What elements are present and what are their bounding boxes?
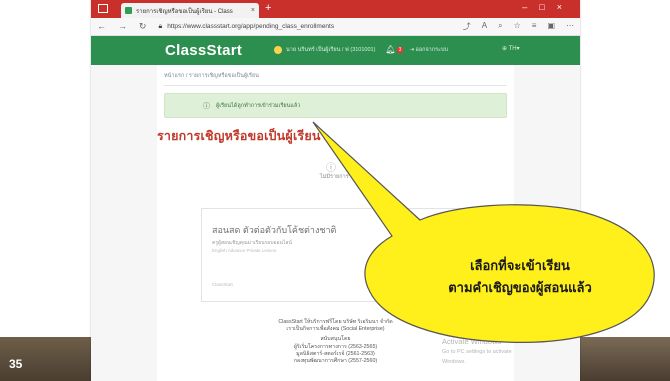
zoom-icon[interactable]: ⌕ <box>498 21 502 32</box>
lock-icon: 🔒︎ <box>158 22 163 30</box>
divider <box>164 85 507 86</box>
favorite-star-icon[interactable]: ☆ <box>514 21 521 32</box>
app-header: ClassStart นาย นรินทร์ เป็นผู้เรียน / ฟ … <box>91 36 580 65</box>
empty-state-text: ไม่มีรายการ <box>320 174 349 180</box>
invite-description: ครูผู้สอนเชิญคุณมาเรียนรอบออนไลน์ <box>212 240 292 246</box>
slide-right-margin <box>580 0 670 381</box>
invite-subtitle: English Advance Private Lesson <box>212 248 277 253</box>
new-tab-icon[interactable]: + <box>265 2 271 14</box>
windows-activation-watermark: Activate Windows Go to PC settings to ac… <box>442 337 514 367</box>
slide-number: 35 <box>9 357 23 371</box>
classstart-logo[interactable]: ClassStart <box>165 42 242 59</box>
window-menu-icon[interactable] <box>98 4 108 13</box>
breadcrumb[interactable]: หน้าแรก / รายการเชิญหรือขอเป็นผู้เรียน <box>164 72 259 80</box>
logout-link[interactable]: ⇥ ออกจากระบบ <box>409 46 448 54</box>
more-menu-icon[interactable]: ⋯ <box>566 21 574 32</box>
footer-line: เราเป็นกิจการเพื่อสังคม (Social Enterpri… <box>286 326 385 333</box>
bell-icon[interactable]: 🔔︎ <box>385 45 395 54</box>
user-menu[interactable]: นาย นรินทร์ เป็นผู้เรียน / ฟ (3101001) 🔔… <box>274 45 448 54</box>
avatar <box>274 45 282 54</box>
invite-footer: ClassStart <box>212 282 233 287</box>
empty-info-icon: ⓘ <box>326 163 336 174</box>
browser-titlebar: รายการเชิญหรือขอเป็นผู้เรียน - Class × +… <box>91 0 580 18</box>
url-text: https://www.classstart.org/app/pending_c… <box>167 23 335 30</box>
refresh-icon[interactable]: ↻ <box>139 21 147 31</box>
page-title: รายการเชิญหรือขอเป็นผู้เรียน <box>157 129 321 143</box>
callout-line-2: ตามคำเชิญของผู้สอนแล้ว <box>448 280 592 295</box>
watermark-title: Activate Windows <box>442 337 502 346</box>
favorites-list-icon[interactable]: ≡ <box>532 21 537 32</box>
notification-badge: 3 <box>396 46 404 53</box>
presentation-slide: 35 รายการเชิญหรือขอเป็นผู้เรียน - Class … <box>0 0 670 381</box>
window-controls[interactable]: –□× <box>522 2 574 12</box>
browser-tab[interactable]: รายการเชิญหรือขอเป็นผู้เรียน - Class × <box>121 3 259 18</box>
read-aloud-icon[interactable]: A <box>482 21 487 32</box>
slide-left-margin <box>0 0 90 381</box>
slide-bottom-right-decoration <box>578 337 670 381</box>
classstart-favicon-icon <box>125 7 132 14</box>
invite-class-title: สอนสด ตัวต่อตัวกับโค้ชต่างชาติ <box>212 225 337 235</box>
web-page: ClassStart นาย นรินทร์ เป็นผู้เรียน / ฟ … <box>91 36 580 381</box>
callout-line-1: เลือกที่จะเข้าเรียน <box>470 258 570 273</box>
user-name: นาย นรินทร์ เป็นผู้เรียน / ฟ (3101001) <box>286 46 376 53</box>
tab-title: รายการเชิญหรือขอเป็นผู้เรียน - Class <box>136 8 233 15</box>
language-selector[interactable]: ⊕ TH▾ <box>502 45 520 52</box>
address-bar: ← → ↻ 🔒︎ https://www.classstart.org/app/… <box>91 18 580 36</box>
browser-window: รายการเชิญหรือขอเป็นผู้เรียน - Class × +… <box>91 0 580 381</box>
back-icon[interactable]: ← <box>97 21 106 31</box>
main-content: หน้าแรก / รายการเชิญหรือขอเป็นผู้เรียน ⓘ… <box>157 65 514 381</box>
watermark-subtitle: Go to PC settings to activate Windows. <box>442 349 512 365</box>
collections-icon[interactable]: ▣ <box>547 21 555 32</box>
share-icon[interactable]: ⤴ <box>463 21 471 32</box>
forward-icon[interactable]: → <box>118 21 127 31</box>
tab-close-icon[interactable]: × <box>251 7 255 14</box>
success-alert: ⓘ ผู้เรียนได้ลูกทำการเข้าร่วมเรียนแล้ว <box>164 93 507 118</box>
logo-text: ClassStart <box>165 42 243 59</box>
info-icon: ⓘ <box>203 102 210 110</box>
url-field[interactable]: 🔒︎ https://www.classstart.org/app/pendin… <box>158 23 334 31</box>
callout-text: เลือกที่จะเข้าเรียน ตามคำเชิญของผู้สอนแล… <box>420 255 620 299</box>
alert-text: ผู้เรียนได้ลูกทำการเข้าร่วมเรียนแล้ว <box>216 102 301 109</box>
